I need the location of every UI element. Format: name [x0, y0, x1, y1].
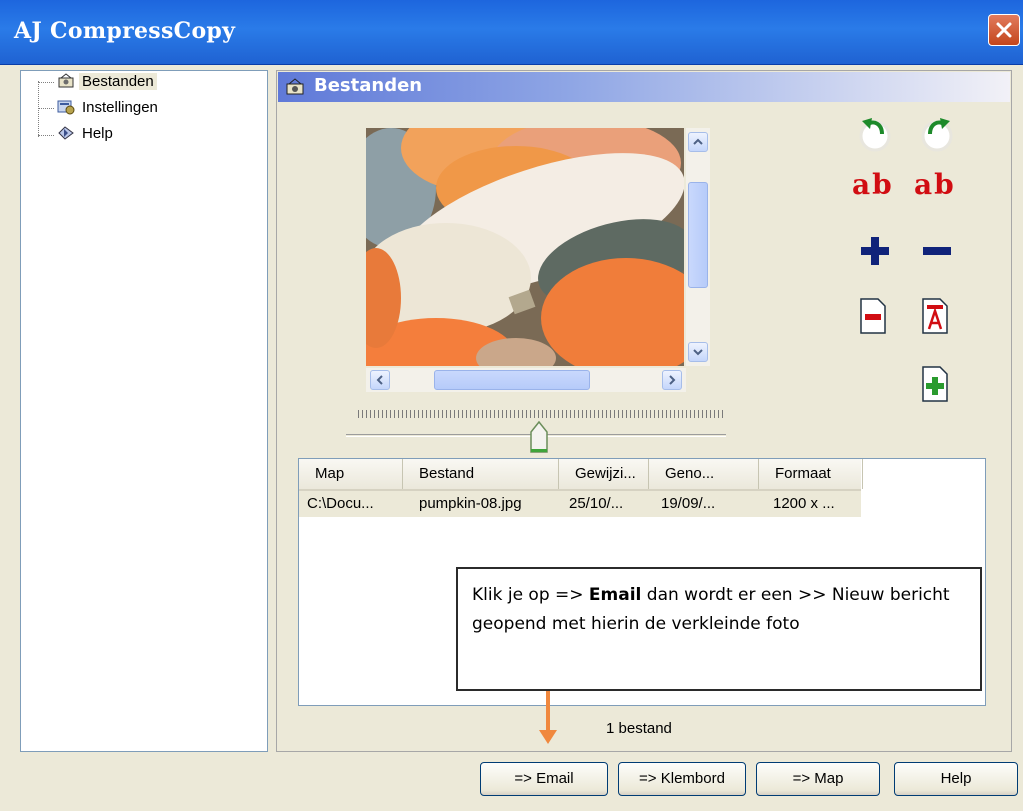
list-header: Map Bestand Gewijzi... Geno... Formaat	[299, 459, 863, 491]
tree-item-help[interactable]: Help	[57, 123, 116, 145]
arrow-down-icon	[539, 730, 557, 744]
chevron-down-icon	[693, 349, 703, 356]
size-slider-thumb[interactable]	[528, 420, 550, 458]
text-tool-a[interactable]: ab	[852, 168, 894, 201]
chevron-left-icon	[376, 375, 383, 385]
preview-image	[366, 128, 684, 366]
scroll-left-button[interactable]	[370, 370, 390, 390]
scroll-down-button[interactable]	[688, 342, 708, 362]
tree-item-bestanden[interactable]: Bestanden	[57, 71, 157, 93]
panel-title: Bestanden	[314, 75, 423, 96]
rotate-left-button[interactable]	[858, 112, 892, 156]
vertical-scrollbar[interactable]	[686, 128, 710, 366]
column-header-gewijzigd[interactable]: Gewijzi...	[559, 459, 649, 489]
chevron-up-icon	[693, 138, 703, 145]
column-header-genomen[interactable]: Geno...	[649, 459, 759, 489]
chevron-right-icon	[669, 375, 676, 385]
tree-item-label: Help	[82, 125, 113, 142]
rotate-right-icon	[921, 118, 953, 152]
scroll-right-button[interactable]	[662, 370, 682, 390]
callout-note: Klik je op => Email dan wordt er een >> …	[456, 567, 982, 691]
cell-formaat: 1200 x ...	[773, 495, 835, 512]
close-icon	[996, 22, 1012, 38]
files-icon	[284, 78, 306, 100]
callout-text-before: Klik je op =>	[472, 585, 589, 605]
scroll-up-button[interactable]	[688, 132, 708, 152]
tree-item-label: Instellingen	[82, 99, 158, 116]
plus-icon	[861, 237, 889, 265]
klembord-button[interactable]: => Klembord	[618, 762, 746, 796]
navigation-tree: Bestanden Instellingen Help	[20, 70, 268, 752]
minus-icon	[923, 247, 951, 255]
add-file-icon	[922, 366, 948, 402]
add-file-button[interactable]	[918, 364, 952, 408]
status-count: 1 bestand	[606, 720, 672, 737]
table-row[interactable]: C:\Docu... pumpkin-08.jpg 25/10/... 19/0…	[299, 491, 861, 517]
cell-gewijzigd: 25/10/...	[569, 495, 624, 512]
window-title: AJ CompressCopy	[14, 18, 236, 44]
settings-icon	[57, 99, 75, 115]
callout-text-bold: Email	[588, 585, 642, 605]
cell-genomen: 19/09/...	[661, 495, 716, 512]
close-button[interactable]	[988, 14, 1020, 46]
rename-file-button[interactable]	[918, 296, 952, 340]
text-tool-b[interactable]: ab	[914, 168, 956, 201]
email-button[interactable]: => Email	[480, 762, 608, 796]
remove-file-icon	[860, 298, 886, 334]
rotate-left-icon	[859, 118, 891, 152]
column-header-map[interactable]: Map	[299, 459, 403, 489]
title-bar: AJ CompressCopy	[0, 0, 1023, 65]
rotate-right-button[interactable]	[920, 112, 954, 156]
column-header-bestand[interactable]: Bestand	[403, 459, 559, 489]
vertical-scroll-thumb[interactable]	[688, 182, 708, 288]
files-icon	[57, 73, 75, 89]
cell-bestand: pumpkin-08.jpg	[419, 495, 522, 512]
zoom-in-button[interactable]	[858, 234, 892, 272]
help-button[interactable]: Help	[894, 762, 1018, 796]
callout-arrow-line	[546, 691, 550, 735]
horizontal-scroll-thumb[interactable]	[434, 370, 590, 390]
horizontal-scrollbar[interactable]	[366, 368, 686, 392]
column-header-formaat[interactable]: Formaat	[759, 459, 863, 489]
rename-file-icon	[922, 298, 948, 334]
zoom-out-button[interactable]	[920, 234, 954, 272]
map-button[interactable]: => Map	[756, 762, 880, 796]
remove-file-button[interactable]	[856, 296, 890, 340]
help-icon	[57, 125, 75, 141]
tree-item-label: Bestanden	[79, 73, 157, 90]
tree-item-instellingen[interactable]: Instellingen	[57, 97, 161, 119]
slider-ticks	[358, 410, 724, 418]
cell-map: C:\Docu...	[307, 495, 374, 512]
panel-header: Bestanden	[278, 72, 1010, 102]
